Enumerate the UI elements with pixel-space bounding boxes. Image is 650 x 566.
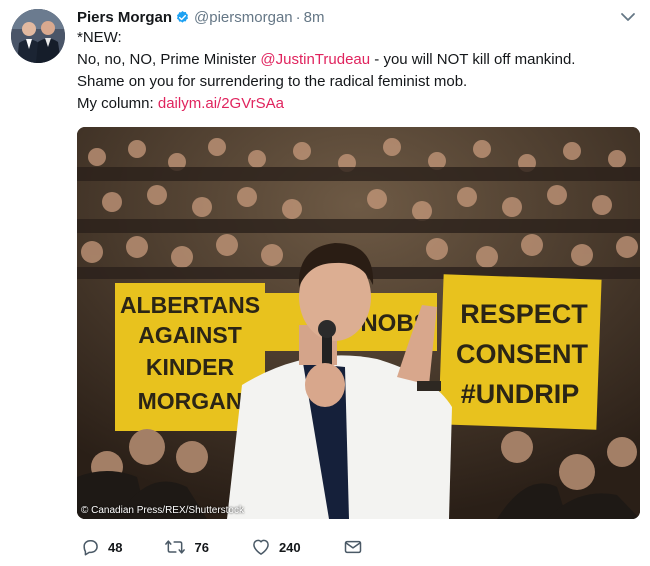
sign-text: AGAINST — [138, 322, 242, 348]
protest-sign-right: RESPECT CONSENT #UNDRIP — [438, 274, 602, 430]
retweet-icon — [165, 540, 186, 554]
retweet-button[interactable]: 76 — [164, 537, 209, 557]
tweet-header: Piers Morgan @piersmorgan · 8m — [77, 6, 324, 28]
tweet-text-line: No, no, NO, Prime Minister @JustinTrudea… — [77, 49, 637, 71]
verified-badge-icon — [175, 10, 190, 25]
chevron-down-icon[interactable] — [618, 8, 638, 26]
retweet-count: 76 — [194, 539, 209, 555]
tweet-text-segment: *NEW: — [77, 29, 122, 46]
tweet-text-line: Shame on you for surrendering to the rad… — [77, 71, 637, 93]
envelope-icon — [344, 540, 361, 554]
tweet-text-segment: - you will NOT kill off mankind. — [370, 51, 576, 68]
heart-icon — [253, 539, 269, 555]
tweet-text-segment: Shame on you for surrendering to the rad… — [77, 73, 468, 90]
tweet-text-line: *NEW: — [77, 27, 637, 49]
tweet[interactable]: Piers Morgan @piersmorgan · 8m *NEW: No,… — [0, 0, 650, 566]
separator-dot: · — [295, 8, 301, 26]
tweet-text-line: My column: dailym.ai/2GVrSAa — [77, 93, 637, 115]
tweet-text-segment: My column: — [77, 95, 158, 112]
avatar[interactable] — [11, 9, 65, 63]
photo-credit: © Canadian Press/REX/Shutterstock — [81, 505, 244, 516]
reply-icon — [83, 540, 98, 556]
like-button[interactable]: 240 — [251, 537, 301, 557]
sign-text: RESPECT — [460, 299, 588, 329]
user-handle[interactable]: @piersmorgan — [194, 9, 293, 26]
column-link[interactable]: dailym.ai/2GVrSAa — [158, 95, 284, 112]
reply-button[interactable]: 48 — [80, 537, 122, 557]
sign-text: #UNDRIP — [461, 379, 580, 409]
sign-text: KINDER — [146, 354, 235, 380]
sign-text: MORGAN — [138, 388, 243, 414]
sign-text: CONSENT — [456, 339, 589, 369]
tweet-actions: 48 76 240 — [80, 536, 405, 558]
tweet-text: *NEW: No, no, NO, Prime Minister @Justin… — [77, 27, 637, 115]
mention-link[interactable]: @JustinTrudeau — [260, 51, 370, 68]
reply-count: 48 — [108, 539, 123, 555]
timestamp[interactable]: 8m — [304, 9, 325, 26]
direct-message-button[interactable] — [343, 537, 363, 557]
photo-scene: ALBERTANS AGAINST KINDER MORGAN NOBS RES… — [77, 127, 640, 519]
tweet-photo[interactable]: ALBERTANS AGAINST KINDER MORGAN NOBS RES… — [77, 127, 640, 519]
sign-text: ALBERTANS — [120, 292, 260, 318]
like-count: 240 — [278, 539, 301, 555]
display-name[interactable]: Piers Morgan — [77, 9, 172, 26]
tweet-text-segment: No, no, NO, Prime Minister — [77, 51, 261, 68]
